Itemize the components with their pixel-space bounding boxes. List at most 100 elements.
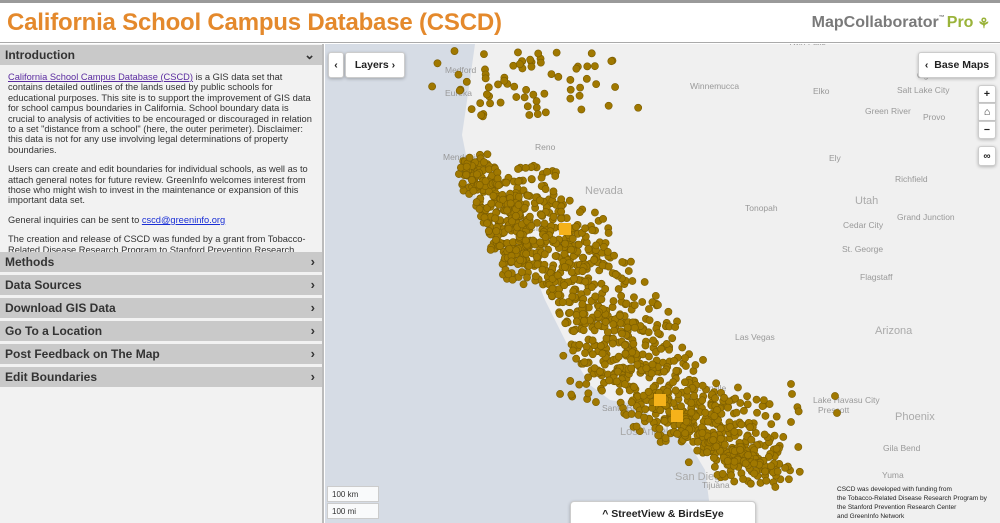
school-marker[interactable] [486, 245, 495, 254]
school-marker[interactable] [566, 94, 575, 103]
school-marker[interactable] [568, 292, 577, 301]
school-marker[interactable] [523, 102, 532, 111]
school-marker[interactable] [599, 215, 608, 223]
map-canvas[interactable]: PocatelloTwin FallsMedfordEurekaWinnemuc… [325, 44, 1000, 523]
school-marker[interactable] [613, 367, 622, 376]
school-marker[interactable] [583, 62, 592, 71]
school-marker[interactable] [561, 239, 570, 248]
school-marker[interactable] [496, 98, 505, 107]
school-marker[interactable] [603, 247, 612, 256]
school-marker[interactable] [584, 373, 592, 382]
school-marker[interactable] [462, 162, 471, 171]
school-marker[interactable] [486, 99, 494, 108]
school-marker[interactable] [730, 427, 739, 436]
accordion-methods[interactable]: Methods › [0, 252, 322, 272]
school-marker[interactable] [491, 214, 500, 223]
school-marker[interactable] [657, 344, 665, 353]
school-marker[interactable] [525, 212, 534, 221]
school-marker[interactable] [781, 463, 790, 472]
school-marker[interactable] [558, 298, 567, 307]
school-marker[interactable] [554, 72, 563, 81]
school-marker[interactable] [590, 62, 599, 71]
school-marker[interactable] [535, 196, 544, 205]
school-marker[interactable] [555, 310, 564, 318]
school-marker[interactable] [608, 339, 617, 348]
streetview-birdseye-button[interactable]: ^ StreetView & BirdsEye [570, 501, 756, 523]
school-marker[interactable] [514, 177, 523, 186]
school-marker[interactable] [504, 270, 513, 279]
school-marker[interactable] [618, 258, 627, 266]
school-marker[interactable] [582, 74, 591, 83]
school-marker[interactable] [727, 471, 735, 480]
school-marker[interactable] [627, 257, 635, 266]
school-marker[interactable] [642, 364, 651, 373]
school-marker[interactable] [668, 334, 677, 343]
school-marker[interactable] [628, 348, 637, 357]
accordion-data-sources[interactable]: Data Sources › [0, 275, 322, 295]
school-marker[interactable] [618, 329, 626, 338]
school-marker[interactable] [591, 292, 600, 301]
school-marker[interactable] [730, 457, 739, 466]
school-marker[interactable] [760, 430, 769, 439]
school-marker[interactable] [604, 101, 613, 110]
school-marker[interactable] [645, 352, 653, 361]
school-marker[interactable] [641, 405, 650, 414]
school-marker[interactable] [557, 195, 566, 204]
cscd-link[interactable]: California School Campus Database (CSCD) [8, 72, 193, 82]
school-marker[interactable] [704, 417, 712, 426]
school-marker[interactable] [831, 392, 839, 400]
school-marker[interactable] [522, 86, 531, 94]
school-marker[interactable] [572, 222, 580, 231]
school-marker[interactable] [630, 293, 638, 302]
school-marker[interactable] [533, 253, 541, 261]
school-marker[interactable] [581, 224, 590, 233]
school-marker[interactable] [614, 285, 623, 293]
school-marker[interactable] [582, 342, 591, 351]
school-marker[interactable] [514, 165, 522, 173]
school-marker[interactable] [736, 399, 745, 407]
school-marker[interactable] [590, 256, 598, 264]
school-marker[interactable] [693, 446, 702, 455]
school-marker[interactable] [521, 236, 530, 245]
school-marker[interactable] [581, 277, 590, 286]
school-marker[interactable] [750, 469, 759, 478]
school-marker[interactable] [579, 326, 588, 335]
school-marker[interactable] [462, 77, 471, 86]
school-marker[interactable] [484, 83, 493, 92]
school-marker[interactable] [551, 172, 560, 180]
school-marker[interactable] [549, 212, 558, 221]
school-marker[interactable] [572, 311, 581, 319]
school-marker[interactable] [601, 285, 610, 293]
school-marker[interactable] [787, 380, 795, 388]
school-marker[interactable] [794, 407, 803, 416]
school-marker[interactable] [773, 467, 782, 476]
accordion-introduction[interactable]: Introduction ⌄ [0, 45, 322, 65]
school-marker[interactable] [576, 83, 585, 92]
school-marker[interactable] [587, 49, 596, 58]
school-marker[interactable] [654, 431, 663, 440]
school-marker[interactable] [540, 219, 549, 228]
school-marker[interactable] [772, 444, 781, 453]
school-marker[interactable] [507, 257, 516, 266]
school-marker[interactable] [480, 158, 488, 167]
home-button[interactable]: ⌂ [978, 103, 996, 121]
school-marker[interactable] [514, 48, 522, 57]
campus-cluster-icon[interactable] [671, 410, 683, 422]
school-marker[interactable] [596, 342, 605, 350]
school-marker[interactable] [615, 311, 624, 320]
school-marker[interactable] [566, 85, 575, 94]
school-marker[interactable] [527, 175, 536, 183]
school-marker[interactable] [609, 320, 618, 329]
school-marker[interactable] [709, 436, 718, 444]
school-marker[interactable] [620, 341, 629, 350]
school-marker[interactable] [615, 387, 624, 396]
school-marker[interactable] [670, 357, 678, 365]
school-marker[interactable] [661, 434, 670, 442]
school-marker[interactable] [779, 433, 788, 441]
school-marker[interactable] [588, 336, 597, 345]
school-marker[interactable] [527, 221, 536, 230]
school-marker[interactable] [761, 412, 770, 420]
school-marker[interactable] [532, 103, 541, 112]
school-marker[interactable] [612, 377, 621, 386]
school-marker[interactable] [526, 55, 535, 64]
